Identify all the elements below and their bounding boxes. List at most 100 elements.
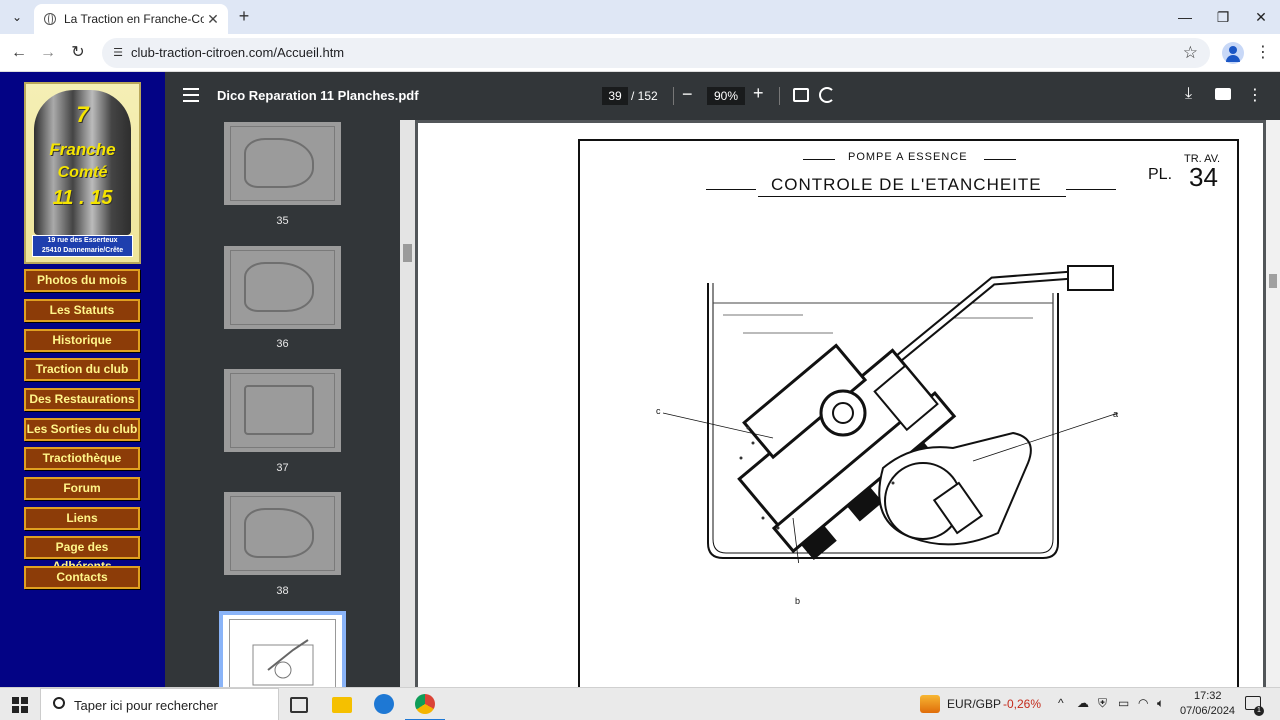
site-sidebar: 7 Franche Comté 11 . 15 19 rue des Esser… (0, 72, 165, 687)
logo-address-line-1: 19 rue des Esserteux (47, 237, 118, 244)
menu-forum[interactable]: Forum (24, 477, 140, 500)
browser-toolbar: ← → ↻ ☰ club-traction-citroen.com/Accuei… (0, 34, 1280, 72)
menu-les-statuts[interactable]: Les Statuts (24, 299, 140, 322)
taskbar: Taper ici pour rechercher EUR/GBP -0,26%… (0, 687, 1280, 720)
pdf-page: POMPE A ESSENCE CONTROLE DE L'ETANCHEITE… (418, 123, 1263, 699)
bookmark-star-icon[interactable]: ☆ (1183, 43, 1198, 63)
profile-avatar[interactable] (1222, 42, 1244, 64)
tray-chevron-icon[interactable]: ^ (1058, 696, 1064, 710)
logo-line-3: Comté (57, 164, 108, 181)
sidebar-toggle-icon[interactable] (183, 88, 199, 102)
pdf-more-icon[interactable]: ⋮ (1247, 85, 1263, 105)
task-view-icon[interactable] (290, 697, 308, 713)
page-thumbnail[interactable] (224, 246, 341, 329)
label-b: b (795, 596, 801, 606)
ticker-label[interactable]: EUR/GBP (947, 697, 1001, 711)
logo-address-line-2: 25410 Dannemarie/Crête (41, 247, 124, 254)
windows-start-icon[interactable] (12, 697, 28, 713)
pdf-toolbar: Dico Reparation 11 Planches.pdf 39 / 152… (165, 72, 1280, 120)
logo-line-4: 11 . 15 (52, 187, 113, 209)
menu-traction-du-club[interactable]: Traction du club (24, 358, 140, 381)
browser-menu-icon[interactable]: ⋮ (1254, 42, 1272, 64)
ticker-icon[interactable] (920, 695, 940, 713)
menu-contacts[interactable]: Contacts (24, 566, 140, 589)
minimize-button[interactable]: — (1166, 0, 1204, 34)
fit-to-page-icon[interactable] (793, 88, 809, 102)
url-text[interactable]: club-traction-citroen.com/Accueil.htm (131, 45, 344, 60)
notification-badge: 1 (1254, 706, 1264, 716)
plate-title: CONTROLE DE L'ETANCHEITE (771, 175, 1042, 194)
page-thumbnail[interactable] (224, 369, 341, 452)
menu-page-des-adherents[interactable]: Page des Adhérents (24, 536, 140, 573)
browser-tab[interactable]: La Traction en Franche-Comté ✕ (34, 4, 228, 34)
document-scroll-thumb[interactable] (1269, 274, 1277, 288)
thumbnail-panel: 35 36 37 38 (165, 120, 400, 687)
zoom-out-button[interactable]: − (682, 84, 693, 105)
security-icon[interactable]: ⛨ (1098, 696, 1107, 711)
back-button[interactable]: ← (8, 42, 30, 64)
thumbnail-page-number: 35 (276, 215, 289, 227)
address-bar[interactable]: ☰ club-traction-citroen.com/Accueil.htm … (102, 38, 1210, 68)
pdf-document-area: POMPE A ESSENCE CONTROLE DE L'ETANCHEITE… (415, 120, 1266, 699)
print-icon[interactable] (1215, 88, 1231, 100)
clock-time[interactable]: 17:32 (1194, 690, 1222, 702)
rotate-icon[interactable] (819, 87, 835, 103)
plate-label: PL. (1148, 166, 1173, 183)
wifi-icon[interactable]: ◠ (1138, 696, 1148, 710)
download-icon[interactable]: ⤓ (1185, 85, 1192, 103)
tab-title: La Traction en Franche-Comté (64, 12, 204, 26)
label-c: c (656, 406, 661, 416)
volume-icon[interactable]: 🔈︎ (1157, 696, 1164, 711)
close-window-button[interactable]: ✕ (1242, 0, 1280, 34)
tab-close-icon[interactable]: ✕ (204, 11, 222, 28)
tab-search-icon[interactable]: ⌄ (6, 6, 28, 28)
zoom-in-button[interactable]: + (753, 83, 764, 104)
page-thumbnail-selected[interactable] (219, 611, 346, 687)
reload-button[interactable]: ↻ (67, 42, 89, 64)
active-app-indicator (405, 688, 445, 720)
thumbnail-page-number: 36 (276, 338, 289, 350)
menu-des-restaurations[interactable]: Des Restaurations (24, 388, 140, 411)
thumbnail-scrollbar[interactable] (400, 120, 415, 687)
page-number-input[interactable]: 39 (602, 87, 628, 105)
taskbar-search[interactable]: Taper ici pour rechercher (40, 688, 279, 720)
file-explorer-icon[interactable] (332, 697, 352, 713)
menu-les-sorties-du-club[interactable]: Les Sorties du club (24, 418, 140, 441)
fuel-pump-drawing (662, 265, 1119, 563)
label-a: a (1113, 409, 1119, 419)
menu-liens[interactable]: Liens (24, 507, 140, 530)
site-info-icon[interactable]: ☰ (110, 45, 126, 61)
zoom-level-input[interactable]: 90% (707, 87, 745, 105)
forward-button[interactable]: → (37, 42, 59, 64)
title-rule (984, 159, 1016, 160)
taskbar-search-placeholder: Taper ici pour rechercher (74, 698, 218, 713)
thumbnail-page-number: 37 (276, 462, 289, 474)
page-total: / 152 (631, 89, 658, 103)
title-rule (706, 189, 756, 190)
page-thumbnail[interactable] (224, 122, 341, 205)
maximize-button[interactable]: ❐ (1204, 0, 1242, 34)
thumbnail-scroll-thumb[interactable] (403, 244, 412, 262)
globe-icon (44, 13, 56, 25)
browser-tabstrip: ⌄ La Traction en Franche-Comté ✕ + — ❐ ✕ (0, 0, 1280, 34)
plate-number: 34 (1189, 162, 1218, 192)
title-underline (758, 196, 1066, 197)
document-scrollbar[interactable] (1266, 120, 1280, 687)
search-icon (53, 697, 65, 709)
page-thumbnail[interactable] (224, 492, 341, 575)
logo-line-2: Franche (49, 140, 116, 159)
clock-date[interactable]: 07/06/2024 (1180, 705, 1235, 717)
plate-subtitle: POMPE A ESSENCE (848, 151, 968, 163)
thumbnail-page-number: 38 (276, 585, 289, 597)
battery-icon[interactable]: ▭ (1118, 696, 1129, 710)
thumbnail-drawing (252, 639, 314, 686)
cloud-icon[interactable]: ☁ (1077, 696, 1089, 710)
new-tab-button[interactable]: + (234, 6, 254, 26)
ticker-change[interactable]: -0,26% (1003, 697, 1041, 711)
menu-historique[interactable]: Historique (24, 329, 140, 352)
menu-photos-du-mois[interactable]: Photos du mois (24, 269, 140, 292)
title-rule (1066, 189, 1116, 190)
toolbar-divider (779, 87, 780, 105)
menu-tractiotheque[interactable]: Tractiothèque (24, 447, 140, 470)
browser-app-icon[interactable] (374, 694, 394, 714)
